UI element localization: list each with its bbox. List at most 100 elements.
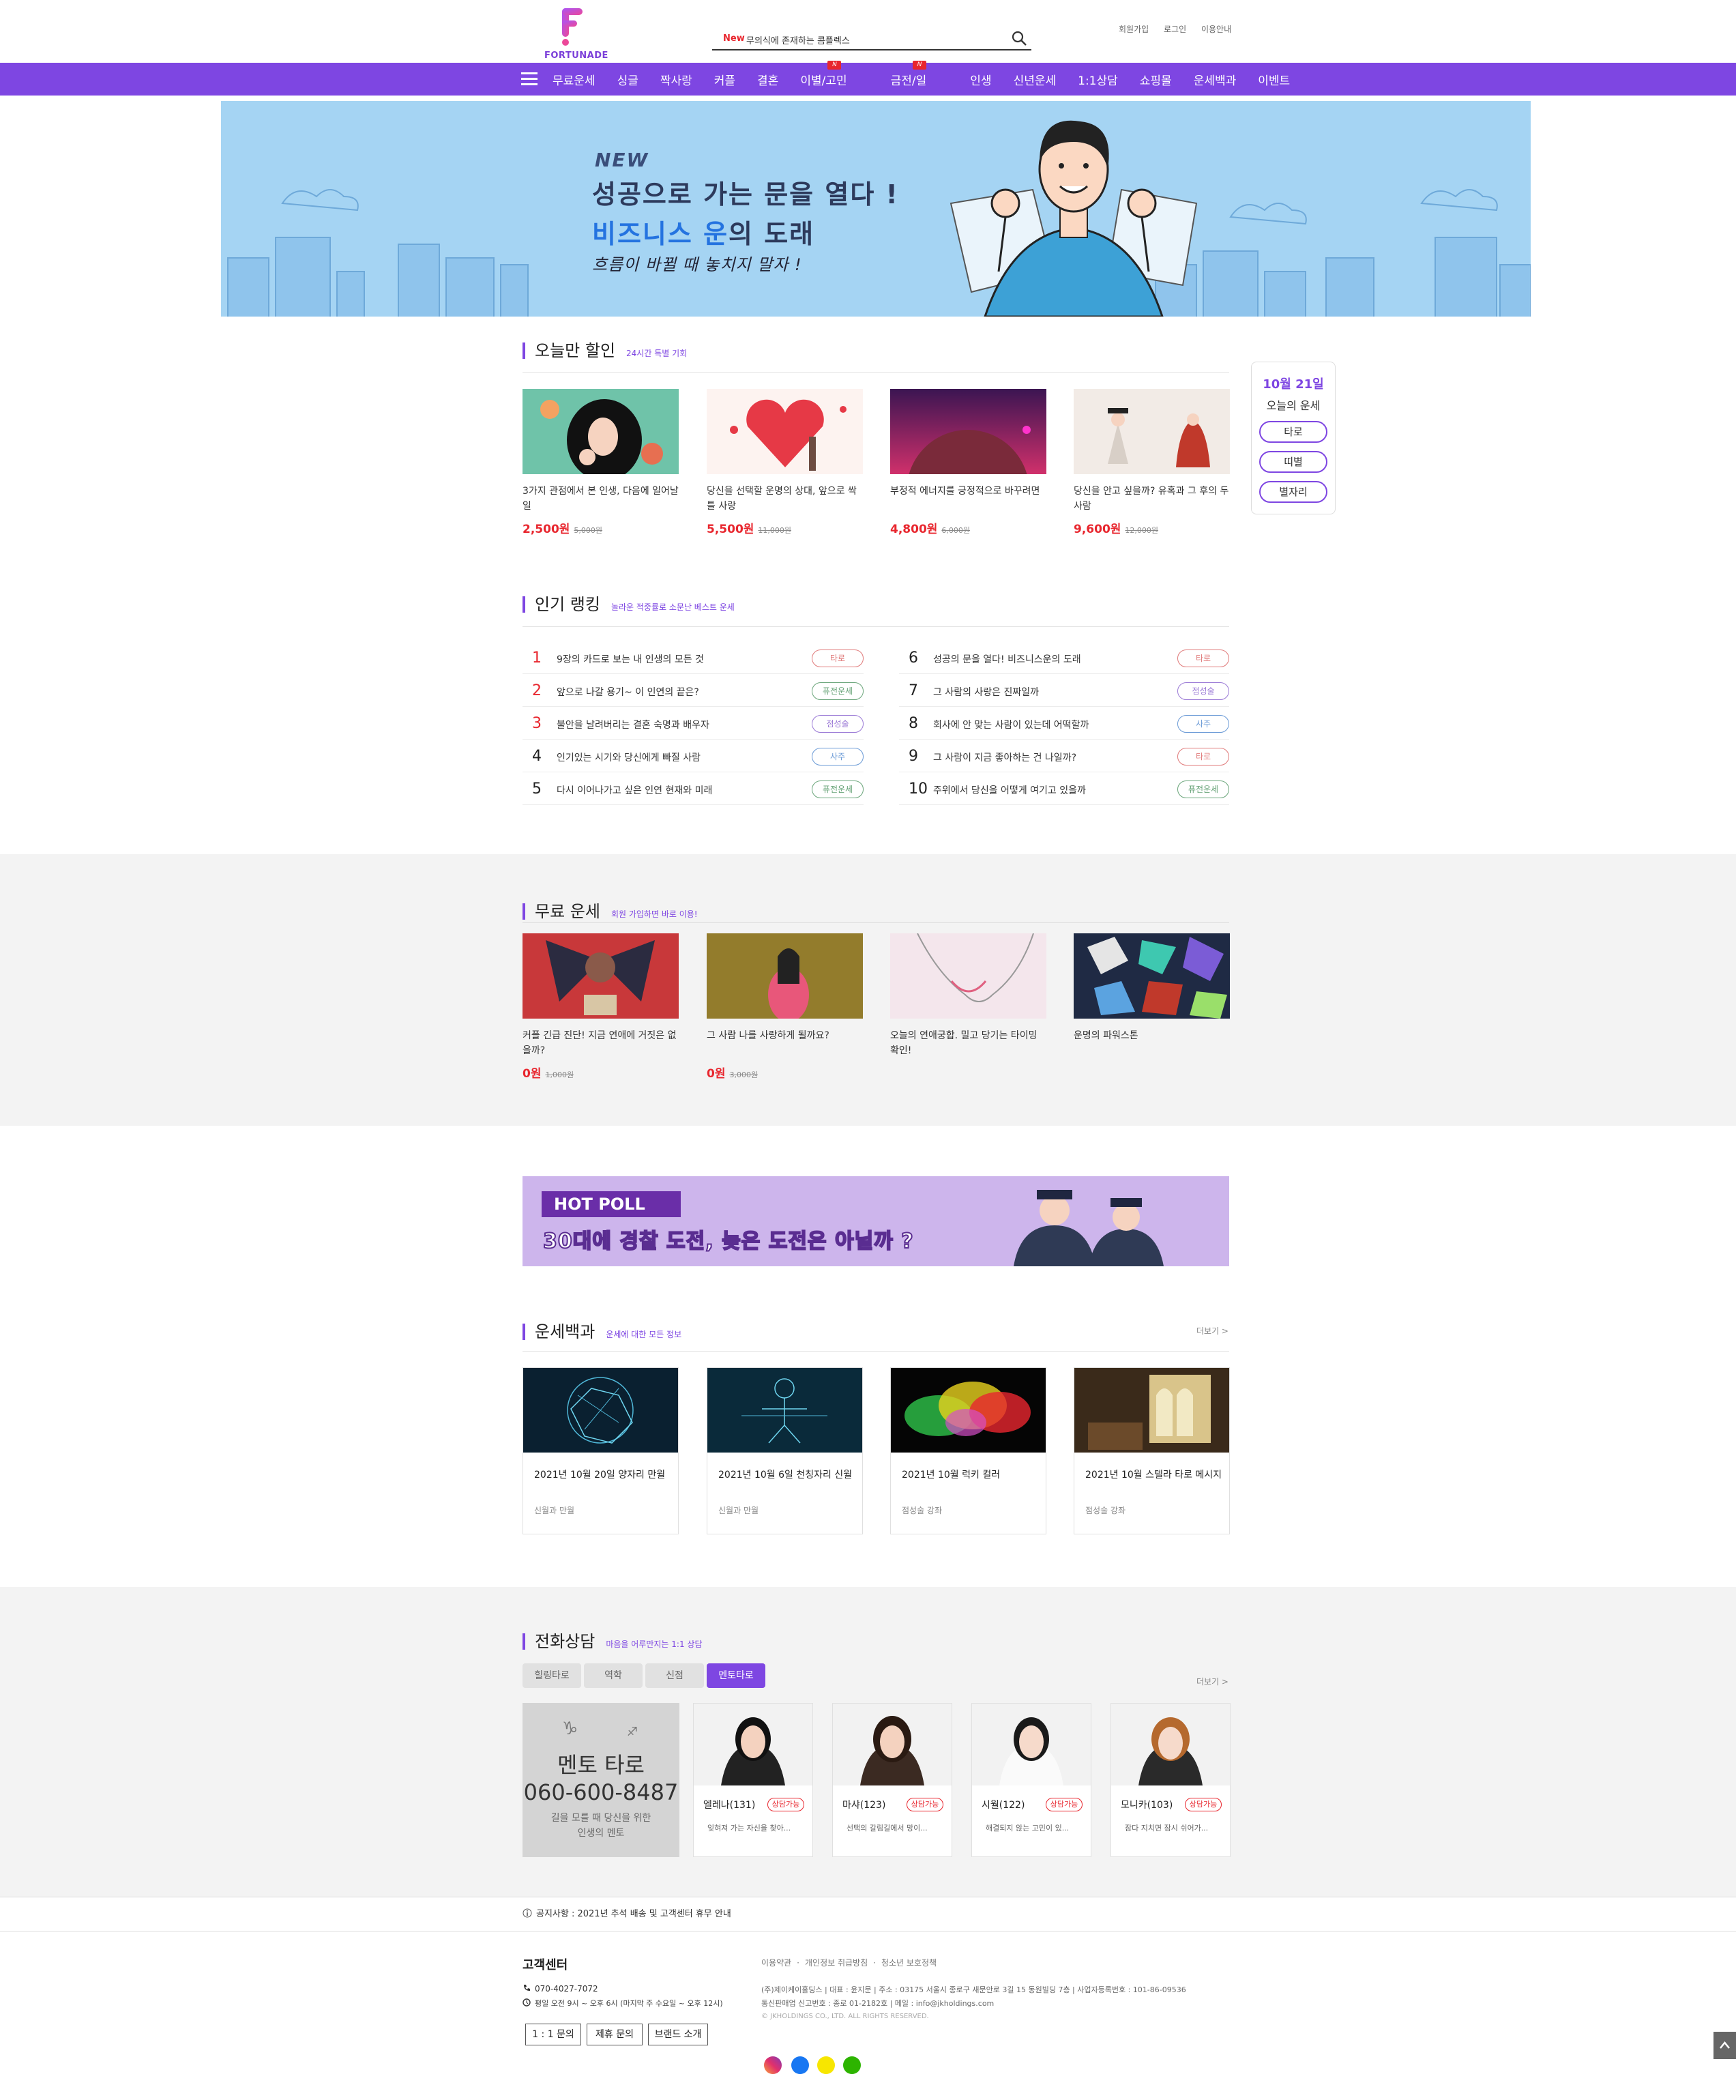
signup-link[interactable]: 회원가입 xyxy=(1119,25,1149,34)
nav-item[interactable]: 신년운세 xyxy=(1014,71,1057,88)
ranking-item[interactable]: 2 앞으로 나갈 용기~ 이 인연의 끝은? 퓨전운세 xyxy=(523,675,864,707)
category-tag[interactable]: 퓨전운세 xyxy=(812,781,864,798)
nav-item[interactable]: 이벤트 xyxy=(1258,71,1290,88)
svg-text:♐: ♐ xyxy=(627,1725,638,1739)
category-tag[interactable]: 타로 xyxy=(812,650,864,667)
free-title: 그 사람 나를 사랑하게 될까요? xyxy=(707,1030,829,1041)
ranking-item[interactable]: 6 성공의 문을 열다! 비즈니스운의 도래 타로 xyxy=(899,643,1229,674)
nav-item[interactable]: 1:1상담 xyxy=(1078,71,1118,88)
category-tag[interactable]: 사주 xyxy=(1177,715,1229,733)
zodiac-animal-button[interactable]: 띠별 xyxy=(1259,451,1327,473)
ranking-item[interactable]: 3 불안을 날려버리는 결혼 숙명과 배우자 점성술 xyxy=(523,708,864,740)
product-card[interactable]: 부정적 에너지를 긍정적으로 바꾸려면 4,800원 6,000원 xyxy=(890,389,1046,553)
info-icon xyxy=(523,1908,532,1918)
encyclopedia-card[interactable]: 2021년 10월 6일 천칭자리 신월 신월과 만월 xyxy=(707,1367,863,1534)
banner-new-label: NEW xyxy=(595,149,649,171)
product-price: 2,500원 5,000원 xyxy=(523,523,603,536)
site-header: FORTUNADE New 무의식에 존재하는 콤플렉스 회원가입 로그인 이용… xyxy=(0,0,1736,63)
instagram-icon[interactable] xyxy=(764,2056,782,2074)
encyclopedia-more-link[interactable]: 더보기 > xyxy=(1196,1325,1229,1337)
mentor-name: 멘토 타로 xyxy=(557,1752,645,1778)
naver-blog-icon[interactable] xyxy=(843,2056,861,2074)
nav-item[interactable]: 무료운세 xyxy=(553,71,595,88)
encyclopedia-card[interactable]: 2021년 10월 20일 양자리 만월 신월과 만월 xyxy=(523,1367,679,1534)
product-card[interactable]: 당신을 안고 싶을까? 유혹과 그 후의 두 사람 9,600원 12,000원 xyxy=(1074,389,1230,536)
fortunade-logo[interactable]: FORTUNADE xyxy=(544,5,608,61)
search-input[interactable]: 무의식에 존재하는 콤플렉스 xyxy=(746,33,850,46)
category-tag[interactable]: 점성술 xyxy=(1177,682,1229,700)
facebook-icon[interactable] xyxy=(791,2056,809,2074)
mentor-tarot-card[interactable]: ♑ ♐ 멘토 타로 060-600-8487 길을 모를 때 당신을 위한 인생의… xyxy=(523,1703,679,1857)
privacy-link[interactable]: 개인정보 취급방침 xyxy=(805,1958,868,1968)
menu-icon[interactable] xyxy=(521,72,538,86)
product-card[interactable]: 3가지 관점에서 본 인생, 다음에 일어날 일 2,500원 5,000원 xyxy=(523,389,679,536)
ranking-item[interactable]: 5 다시 이어나가고 싶은 인연 현재와 미래 퓨전운세 xyxy=(523,774,864,805)
ranking-item[interactable]: 7그 사람의 사랑은 진짜일까 점성술 xyxy=(899,675,1229,707)
tab-sinjeom[interactable]: 신점 xyxy=(645,1663,704,1688)
counselor-card[interactable]: 시월(122) 상담가능 해결되지 않는 고민이 있... xyxy=(971,1703,1091,1857)
hero-banner[interactable]: NEW 성공으로 가는 문을 열다 ! 비즈니스 운의 도래 흐름이 바뀔 때 … xyxy=(221,101,1531,317)
product-price: 5,500원 11,000원 xyxy=(707,523,792,536)
section-subtitle: 회원 가입하면 바로 이용! xyxy=(610,909,698,919)
search-box[interactable]: New 무의식에 존재하는 콤플렉스 xyxy=(712,27,1031,50)
nav-item[interactable]: 인생 xyxy=(970,71,991,88)
free-card[interactable]: 오늘의 연애궁합. 밀고 당기는 타이밍 확인! xyxy=(890,933,1046,1058)
nav-item[interactable]: 짝사랑 xyxy=(660,71,692,88)
status-badge: 상담가능 xyxy=(1185,1798,1222,1811)
phone-icon xyxy=(524,1985,530,1991)
partnership-button[interactable]: 제휴 문의 xyxy=(587,2024,643,2045)
guide-link[interactable]: 이용안내 xyxy=(1201,25,1231,34)
category-tag[interactable]: 점성술 xyxy=(812,715,864,733)
encyclopedia-card[interactable]: 2021년 10월 스텔라 타로 메시지 점성술 강좌 xyxy=(1074,1367,1230,1534)
encyclopedia-title: 2021년 10월 스텔라 타로 메시지 xyxy=(1085,1470,1222,1481)
scroll-top-button[interactable] xyxy=(1713,2032,1736,2059)
nav-item[interactable]: 운세백과 xyxy=(1194,71,1237,88)
nav-item[interactable]: 결혼 xyxy=(757,71,778,88)
tarot-button[interactable]: 타로 xyxy=(1259,421,1327,443)
cs-title: 고객센터 xyxy=(523,1958,568,1972)
category-tag[interactable]: 타로 xyxy=(1177,748,1229,765)
counselor-card[interactable]: 마샤(123) 상담가능 선택의 갈림길에서 망이... xyxy=(832,1703,952,1857)
category-tag[interactable]: 퓨전운세 xyxy=(812,682,864,700)
ranking-item[interactable]: 1 9장의 카드로 보는 내 인생의 모든 것 타로 xyxy=(523,643,864,674)
free-card[interactable]: 커플 긴급 진단! 지금 연애에 거짓은 없을까? 0원 1,000원 xyxy=(523,933,679,1081)
kakaotalk-icon[interactable] xyxy=(817,2056,835,2074)
free-price: 0원 3,000원 xyxy=(707,1067,759,1081)
login-link[interactable]: 로그인 xyxy=(1164,25,1186,34)
constellation-button[interactable]: 별자리 xyxy=(1259,481,1327,503)
tab-healing-tarot[interactable]: 힐링타로 xyxy=(523,1663,581,1688)
nav-label: 이별/고민 xyxy=(800,74,847,88)
free-card[interactable]: 그 사람 나를 사랑하게 될까요? 0원 3,000원 xyxy=(707,933,863,1081)
category-tag[interactable]: 사주 xyxy=(812,748,864,765)
youth-policy-link[interactable]: 청소년 보호정책 xyxy=(881,1958,937,1968)
phone-more-link[interactable]: 더보기 > xyxy=(1196,1676,1229,1687)
counselor-card[interactable]: 엘레나(131) 상담가능 잊혀져 가는 자신을 찾아... xyxy=(693,1703,813,1857)
ranking-item[interactable]: 9그 사람이 지금 좋아하는 건 나일까? 타로 xyxy=(899,741,1229,772)
nav-item[interactable]: 금전/일 N xyxy=(891,60,949,88)
search-icon[interactable] xyxy=(1011,30,1027,46)
encyclopedia-card[interactable]: 2021년 10월 럭키 컬러 점성술 강좌 xyxy=(890,1367,1046,1534)
ranking-item[interactable]: 8 회사에 안 맞는 사람이 있는데 어떡할까 사주 xyxy=(899,708,1229,740)
nav-item[interactable]: 쇼핑몰 xyxy=(1140,71,1172,88)
inquiry-button[interactable]: 1 : 1 문의 xyxy=(525,2024,581,2045)
counselor-desc: 잠다 지치면 잠시 쉬어가... xyxy=(1125,1824,1209,1833)
nav-item[interactable]: 이별/고민 N xyxy=(800,60,868,88)
counselor-card[interactable]: 모니카(103) 상담가능 잠다 지치면 잠시 쉬어가... xyxy=(1110,1703,1231,1857)
nav-item[interactable]: 싱글 xyxy=(617,71,638,88)
category-tag[interactable]: 퓨전운세 xyxy=(1177,781,1229,798)
brand-intro-button[interactable]: 브랜드 소개 xyxy=(648,2024,708,2045)
tab-mentor-tarot[interactable]: 멘토타로 xyxy=(707,1663,765,1688)
terms-link[interactable]: 이용약관 xyxy=(761,1958,791,1968)
product-card[interactable]: 당신을 선택할 운명의 상대, 앞으로 싹틀 사랑 5,500원 11,000원 xyxy=(707,389,863,536)
free-card[interactable]: 운명의 파워스톤 xyxy=(1074,933,1230,1058)
hot-poll-banner[interactable]: HOT POLL 30대에 경찰 도전, 늦은 도전은 아닐까 ? xyxy=(523,1176,1229,1266)
counselor-desc: 해결되지 않는 고민이 있... xyxy=(986,1824,1070,1833)
mentor-phone[interactable]: 060-600-8487 xyxy=(523,1779,679,1805)
notice-bar[interactable]: 공지사항 : 2021년 추석 배송 및 고객센터 휴무 안내 xyxy=(523,1906,731,1919)
ranking-item[interactable]: 10 주위에서 당신을 어떻게 여기고 있을까 퓨전운세 xyxy=(899,774,1229,805)
tab-yeokhak[interactable]: 역학 xyxy=(584,1663,643,1688)
product-image xyxy=(523,389,679,481)
category-tag[interactable]: 타로 xyxy=(1177,650,1229,667)
nav-item[interactable]: 커플 xyxy=(714,71,735,88)
ranking-item[interactable]: 4 인기있는 시기와 당신에게 빠질 사람 사주 xyxy=(523,741,864,772)
